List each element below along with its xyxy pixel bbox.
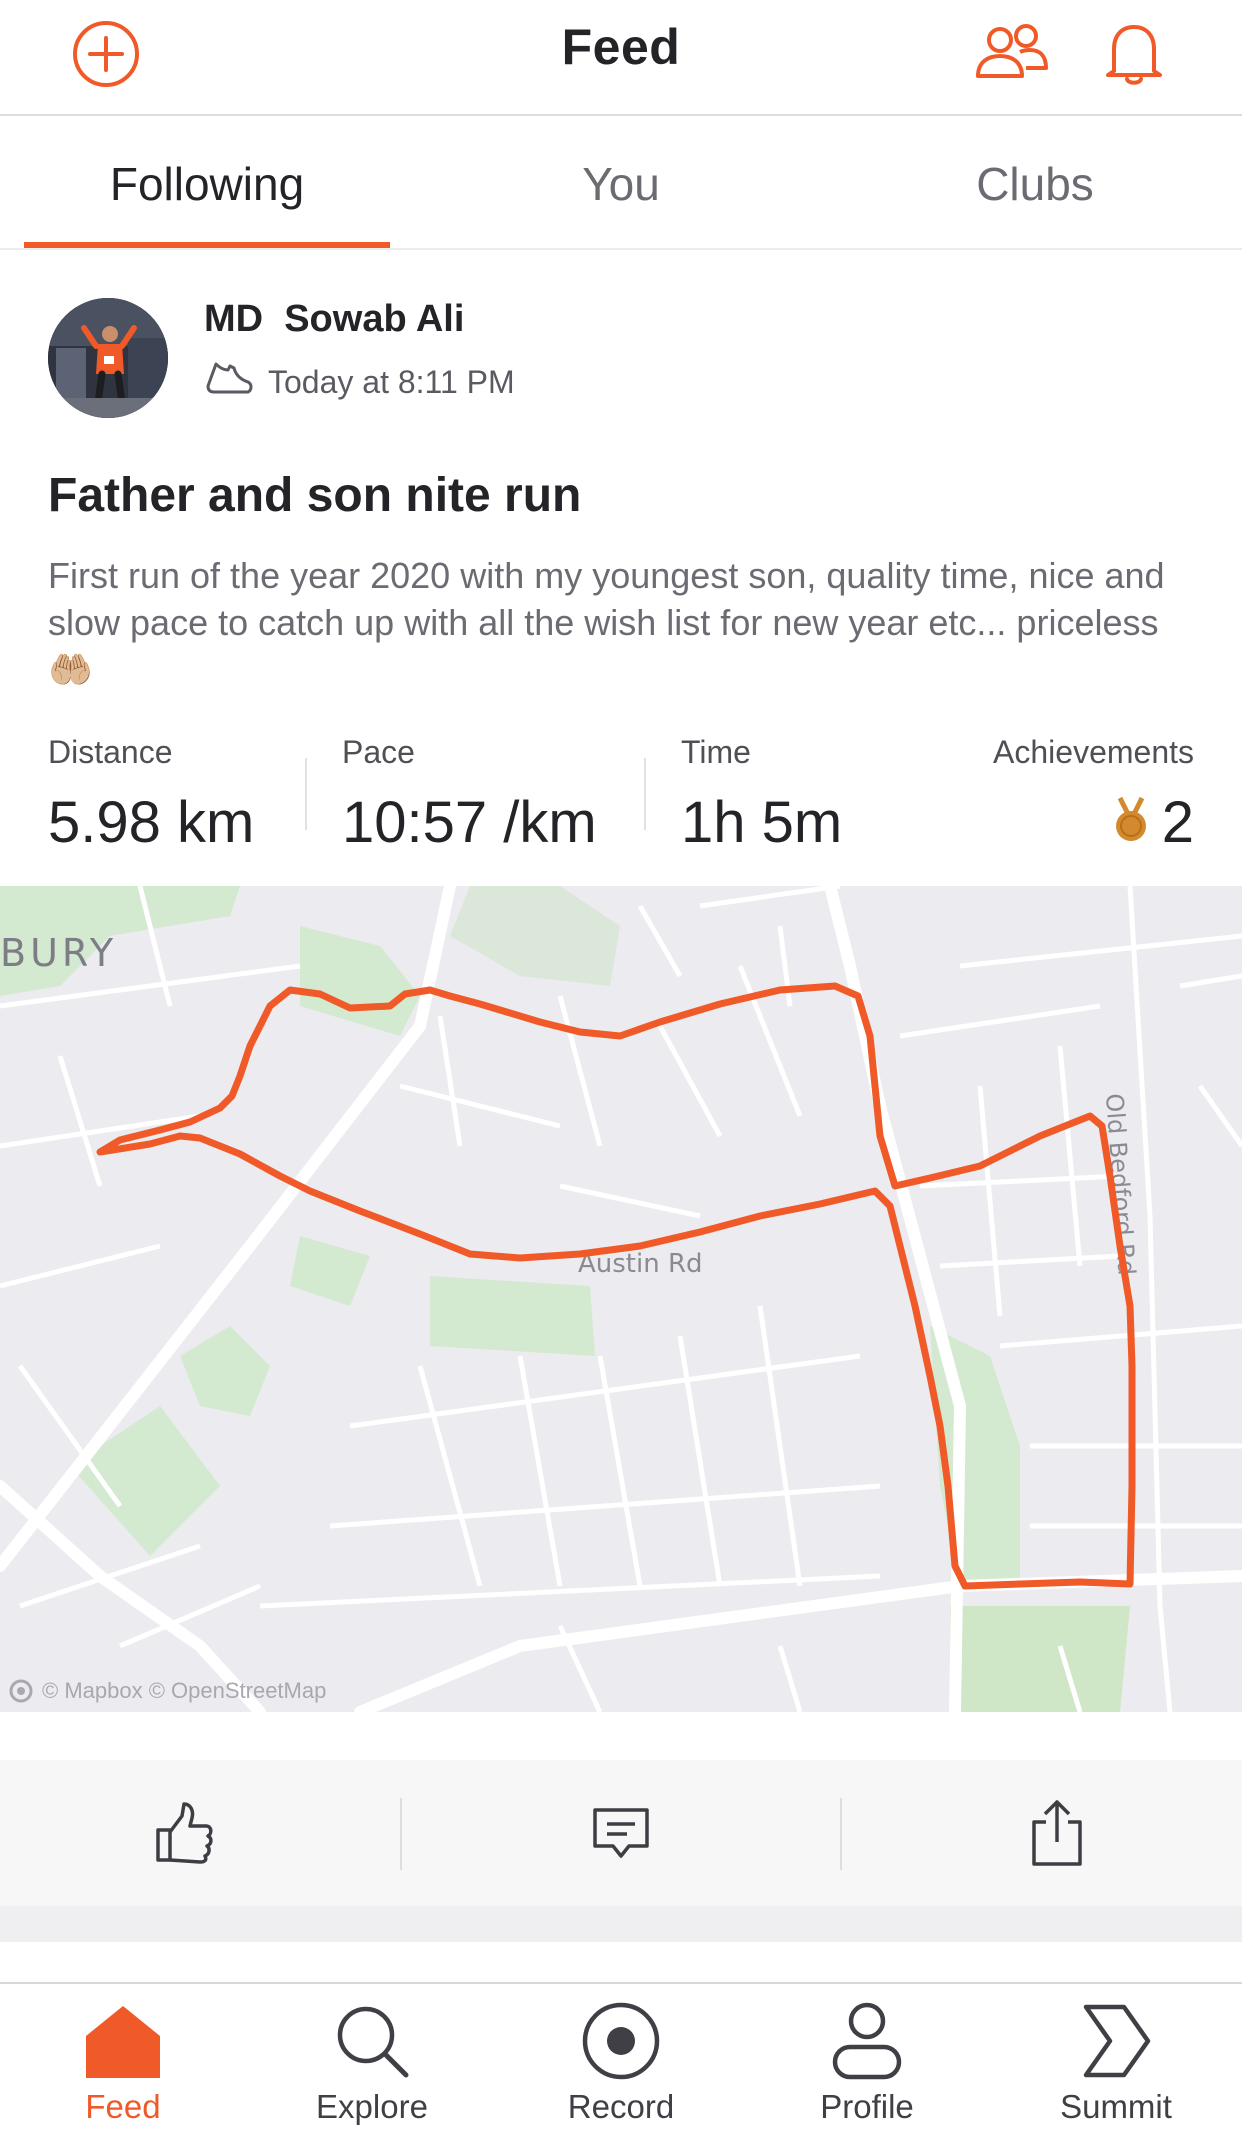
stat-value: 1h 5m xyxy=(681,790,843,855)
comment-button[interactable] xyxy=(521,1760,721,1906)
nav-feed[interactable]: Feed xyxy=(23,1994,223,2131)
mapbox-logo-icon xyxy=(9,1679,33,1703)
stat-value: 5.98 km xyxy=(48,790,255,855)
comment-icon xyxy=(593,1808,649,1858)
stat-distance: Distance 5.98 km xyxy=(48,734,254,856)
home-icon xyxy=(82,1994,164,2088)
stat-achievements[interactable]: Achievements 2 xyxy=(993,734,1194,856)
map-attribution[interactable]: © Mapbox © OpenStreetMap xyxy=(8,1678,326,1704)
nav-label: Profile xyxy=(820,2088,914,2125)
people-icon[interactable] xyxy=(972,14,1052,94)
divider xyxy=(840,1798,842,1870)
activity-meta: Today at 8:11 PM xyxy=(204,358,515,406)
bottom-nav: Feed Explore Record Profile Summit xyxy=(0,1982,1242,2131)
athlete-name[interactable]: MD Sowab Ali xyxy=(204,298,464,341)
nav-profile[interactable]: Profile xyxy=(767,1994,967,2131)
share-icon xyxy=(1032,1800,1082,1866)
tab-clubs[interactable]: Clubs xyxy=(828,118,1242,250)
activity-description: First run of the year 2020 with my young… xyxy=(48,555,1165,690)
tab-following[interactable]: Following xyxy=(0,118,414,250)
feed-separator xyxy=(0,1906,1242,1942)
nav-record[interactable]: Record xyxy=(521,1994,721,2131)
nav-summit[interactable]: Summit xyxy=(1016,1994,1216,2131)
thumbs-up-icon xyxy=(156,1802,213,1864)
stat-value: 2 xyxy=(1161,790,1194,855)
stat-label: Distance xyxy=(48,734,173,770)
divider xyxy=(644,758,646,830)
post-actions xyxy=(0,1760,1242,1906)
stat-label: Achievements xyxy=(993,734,1194,770)
activity-title[interactable]: Father and son nite run xyxy=(48,468,581,523)
divider xyxy=(305,758,307,830)
avatar[interactable] xyxy=(48,298,168,418)
map-area-label: BURY xyxy=(0,931,117,975)
stat-pace: Pace 10:57 /km xyxy=(342,734,597,856)
top-header: Feed xyxy=(0,0,1242,116)
nav-label: Summit xyxy=(1060,2088,1172,2125)
active-tab-indicator xyxy=(24,242,390,248)
kudos-button[interactable] xyxy=(83,1760,283,1906)
nav-label: Explore xyxy=(316,2088,428,2125)
stat-value: 10:57 /km xyxy=(342,790,597,855)
nav-label: Feed xyxy=(85,2088,161,2125)
page-title: Feed xyxy=(561,19,681,75)
search-icon xyxy=(332,1994,412,2088)
activity-timestamp: Today at 8:11 PM xyxy=(268,363,515,400)
stat-label: Pace xyxy=(342,734,415,770)
summit-icon xyxy=(1080,1994,1152,2088)
nav-label: Record xyxy=(567,2088,675,2125)
medal-icon xyxy=(1114,796,1148,849)
record-icon xyxy=(581,1994,661,2088)
divider xyxy=(400,1798,402,1870)
attribution-text: © Mapbox © OpenStreetMap xyxy=(42,1678,327,1703)
share-button[interactable] xyxy=(957,1760,1157,1906)
nav-explore[interactable]: Explore xyxy=(272,1994,472,2131)
activity-map[interactable]: BURY Austin Rd Old Bedford Rd © Mapbox ©… xyxy=(0,886,1242,1712)
tab-you[interactable]: You xyxy=(414,118,828,250)
shoe-icon xyxy=(204,358,268,406)
profile-icon xyxy=(827,1994,907,2088)
stat-label: Time xyxy=(681,734,751,770)
stat-time: Time 1h 5m xyxy=(681,734,842,856)
bell-icon[interactable] xyxy=(1094,14,1174,94)
feed-tabs: Following You Clubs xyxy=(0,118,1242,250)
